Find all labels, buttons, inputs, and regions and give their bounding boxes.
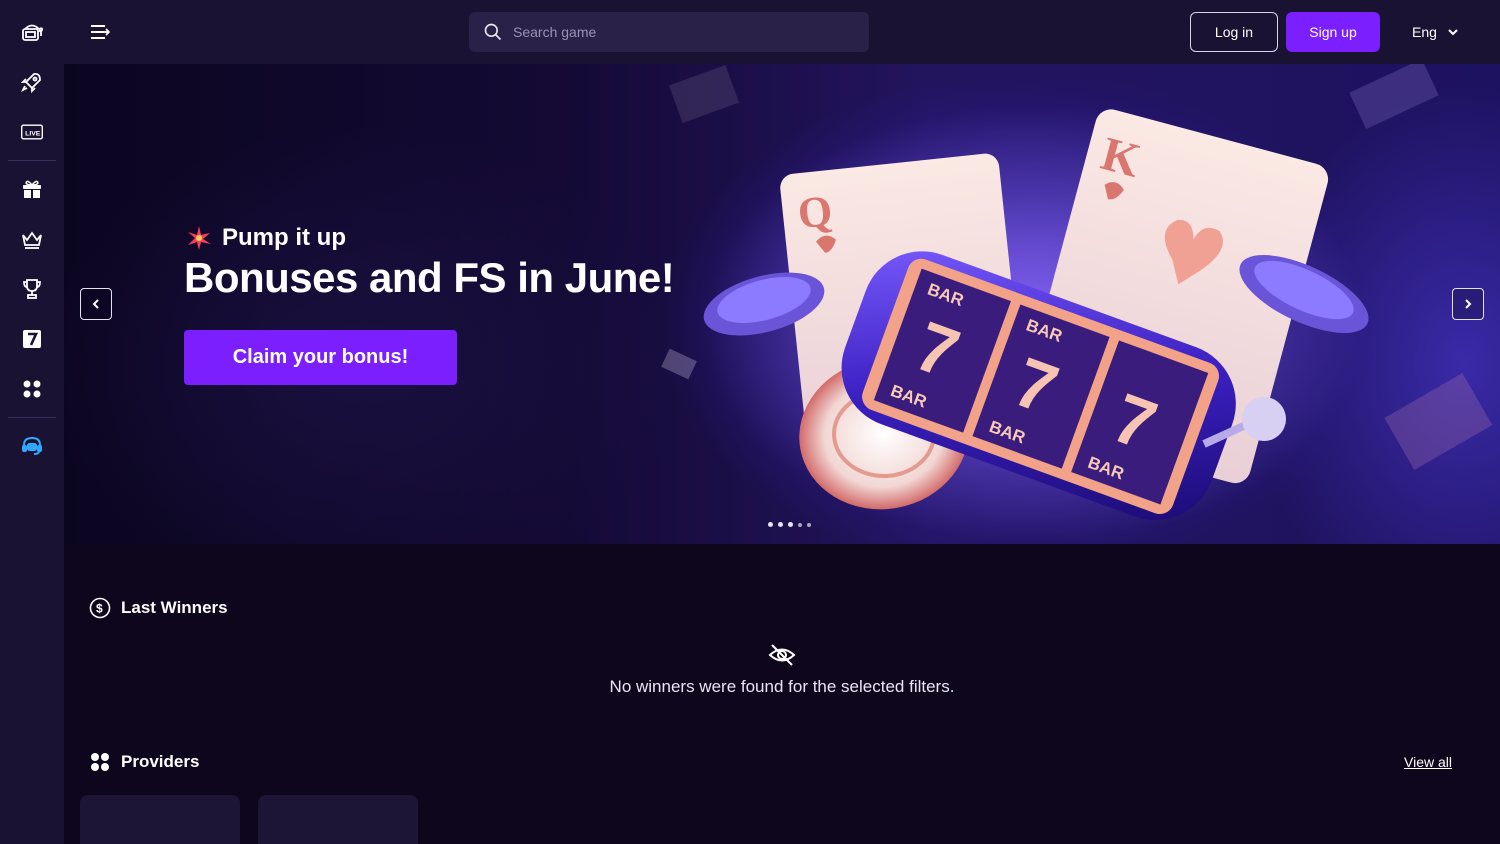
hero-next-button[interactable] <box>1452 288 1484 320</box>
hero-subtitle: Pump it up <box>186 224 346 252</box>
sidebar-item-support[interactable] <box>0 421 64 471</box>
carousel-dots <box>768 522 811 527</box>
language-selector[interactable]: Eng <box>1412 20 1459 44</box>
grid-icon <box>23 380 41 398</box>
crown-icon <box>22 231 42 249</box>
svg-text:Q: Q <box>795 186 834 238</box>
view-all-providers-link[interactable]: View all <box>1404 754 1452 770</box>
carousel-dot[interactable] <box>768 522 773 527</box>
carousel-dot[interactable] <box>778 522 783 527</box>
trophy-icon <box>23 279 41 299</box>
sidebar-divider <box>8 160 56 161</box>
sidebar-item-providers[interactable] <box>0 364 64 414</box>
carousel-dot[interactable] <box>807 522 811 527</box>
carousel-dot[interactable] <box>798 522 802 527</box>
login-button[interactable]: Log in <box>1190 12 1278 52</box>
rocket-icon <box>20 72 41 94</box>
hero-subtitle-text: Pump it up <box>222 224 346 251</box>
sidebar-item-lucky-seven[interactable] <box>0 314 64 364</box>
language-label: Eng <box>1412 24 1437 40</box>
grid-icon <box>91 753 109 771</box>
last-winners-title: Last Winners <box>121 598 228 617</box>
sidebar-item-promotions[interactable] <box>0 164 64 214</box>
live-icon: LIVE <box>21 124 43 140</box>
sidebar: LIVE <box>0 0 64 844</box>
slot-machine-icon <box>22 24 44 41</box>
sidebar-item-slots[interactable] <box>0 7 64 57</box>
sidebar-divider <box>8 417 56 418</box>
dollar-coin-icon: $ <box>89 597 111 619</box>
top-bar: Log in Sign up Eng <box>64 0 1500 64</box>
carousel-dot-active[interactable] <box>788 522 793 527</box>
hero-title: Bonuses and FS in June! <box>184 254 675 301</box>
provider-card[interactable] <box>80 795 240 844</box>
sidebar-item-live[interactable]: LIVE <box>0 107 64 157</box>
search-icon <box>484 23 502 41</box>
signup-button[interactable]: Sign up <box>1286 12 1380 52</box>
hero-prev-button[interactable] <box>80 288 112 320</box>
svg-text:$: $ <box>96 602 103 616</box>
menu-toggle-button[interactable] <box>86 20 114 44</box>
claim-bonus-button[interactable]: Claim your bonus! <box>184 330 457 385</box>
search-box <box>469 12 869 52</box>
chevron-down-icon <box>1448 29 1458 36</box>
svg-text:LIVE: LIVE <box>25 130 41 137</box>
chevron-left-icon <box>92 299 99 309</box>
last-winners-heading: $ Last Winners <box>89 597 228 619</box>
seven-icon <box>23 330 41 348</box>
chevron-right-icon <box>1465 299 1472 309</box>
providers-title: Providers <box>121 752 200 771</box>
sparkle-icon <box>188 226 211 250</box>
slot-machine-illustration: Q K BAR BAR 7 7 7 BAR BAR BAR <box>661 64 1493 544</box>
provider-card[interactable] <box>258 795 418 844</box>
eye-off-icon <box>768 644 796 666</box>
sidebar-item-tournaments[interactable] <box>0 264 64 314</box>
menu-collapse-icon <box>91 25 111 39</box>
hero-banner: Q K BAR BAR 7 7 7 BAR BAR BAR Pump it up… <box>64 64 1500 544</box>
sidebar-item-vip[interactable] <box>0 214 64 264</box>
providers-heading: Providers <box>89 751 199 773</box>
sidebar-item-crash[interactable] <box>0 57 64 107</box>
search-input[interactable] <box>513 24 853 40</box>
support-icon <box>22 436 42 455</box>
gift-icon <box>23 180 41 198</box>
empty-winners-message: No winners were found for the selected f… <box>609 677 955 696</box>
